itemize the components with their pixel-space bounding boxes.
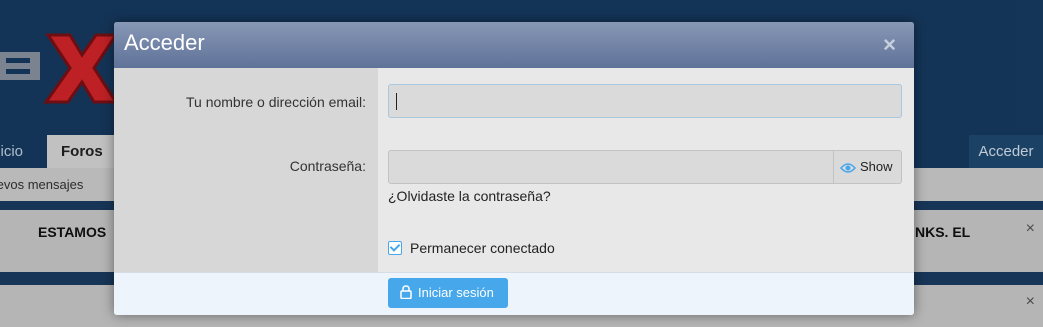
dialog-header: Acceder × — [114, 22, 914, 68]
dialog-title: Acceder — [124, 30, 205, 55]
login-button-label: Iniciar sesión — [418, 285, 494, 300]
username-label: Tu nombre o dirección email: — [185, 94, 366, 110]
show-password-button[interactable]: Show — [833, 151, 901, 183]
login-button[interactable]: Iniciar sesión — [388, 278, 508, 308]
remember-checkbox[interactable] — [388, 241, 402, 255]
login-dialog: Acceder × Tu nombre o dirección email: C… — [114, 22, 914, 315]
forgot-password-link[interactable]: ¿Olvidaste la contraseña? — [388, 188, 551, 204]
password-input[interactable]: Show — [388, 150, 902, 184]
remember-label: Permanecer conectado — [410, 240, 555, 256]
field-column: Show ¿Olvidaste la contraseña? Permanece… — [378, 68, 914, 272]
username-input[interactable] — [388, 84, 902, 118]
label-column: Tu nombre o dirección email: Contraseña: — [114, 68, 378, 272]
eye-icon — [840, 162, 856, 173]
lock-icon — [400, 285, 412, 299]
close-icon[interactable]: × — [883, 32, 896, 58]
text-caret — [396, 93, 397, 110]
password-label: Contraseña: — [289, 158, 366, 174]
remember-me[interactable]: Permanecer conectado — [388, 240, 555, 256]
dialog-footer: Iniciar sesión — [114, 272, 914, 315]
show-password-label: Show — [860, 159, 893, 174]
